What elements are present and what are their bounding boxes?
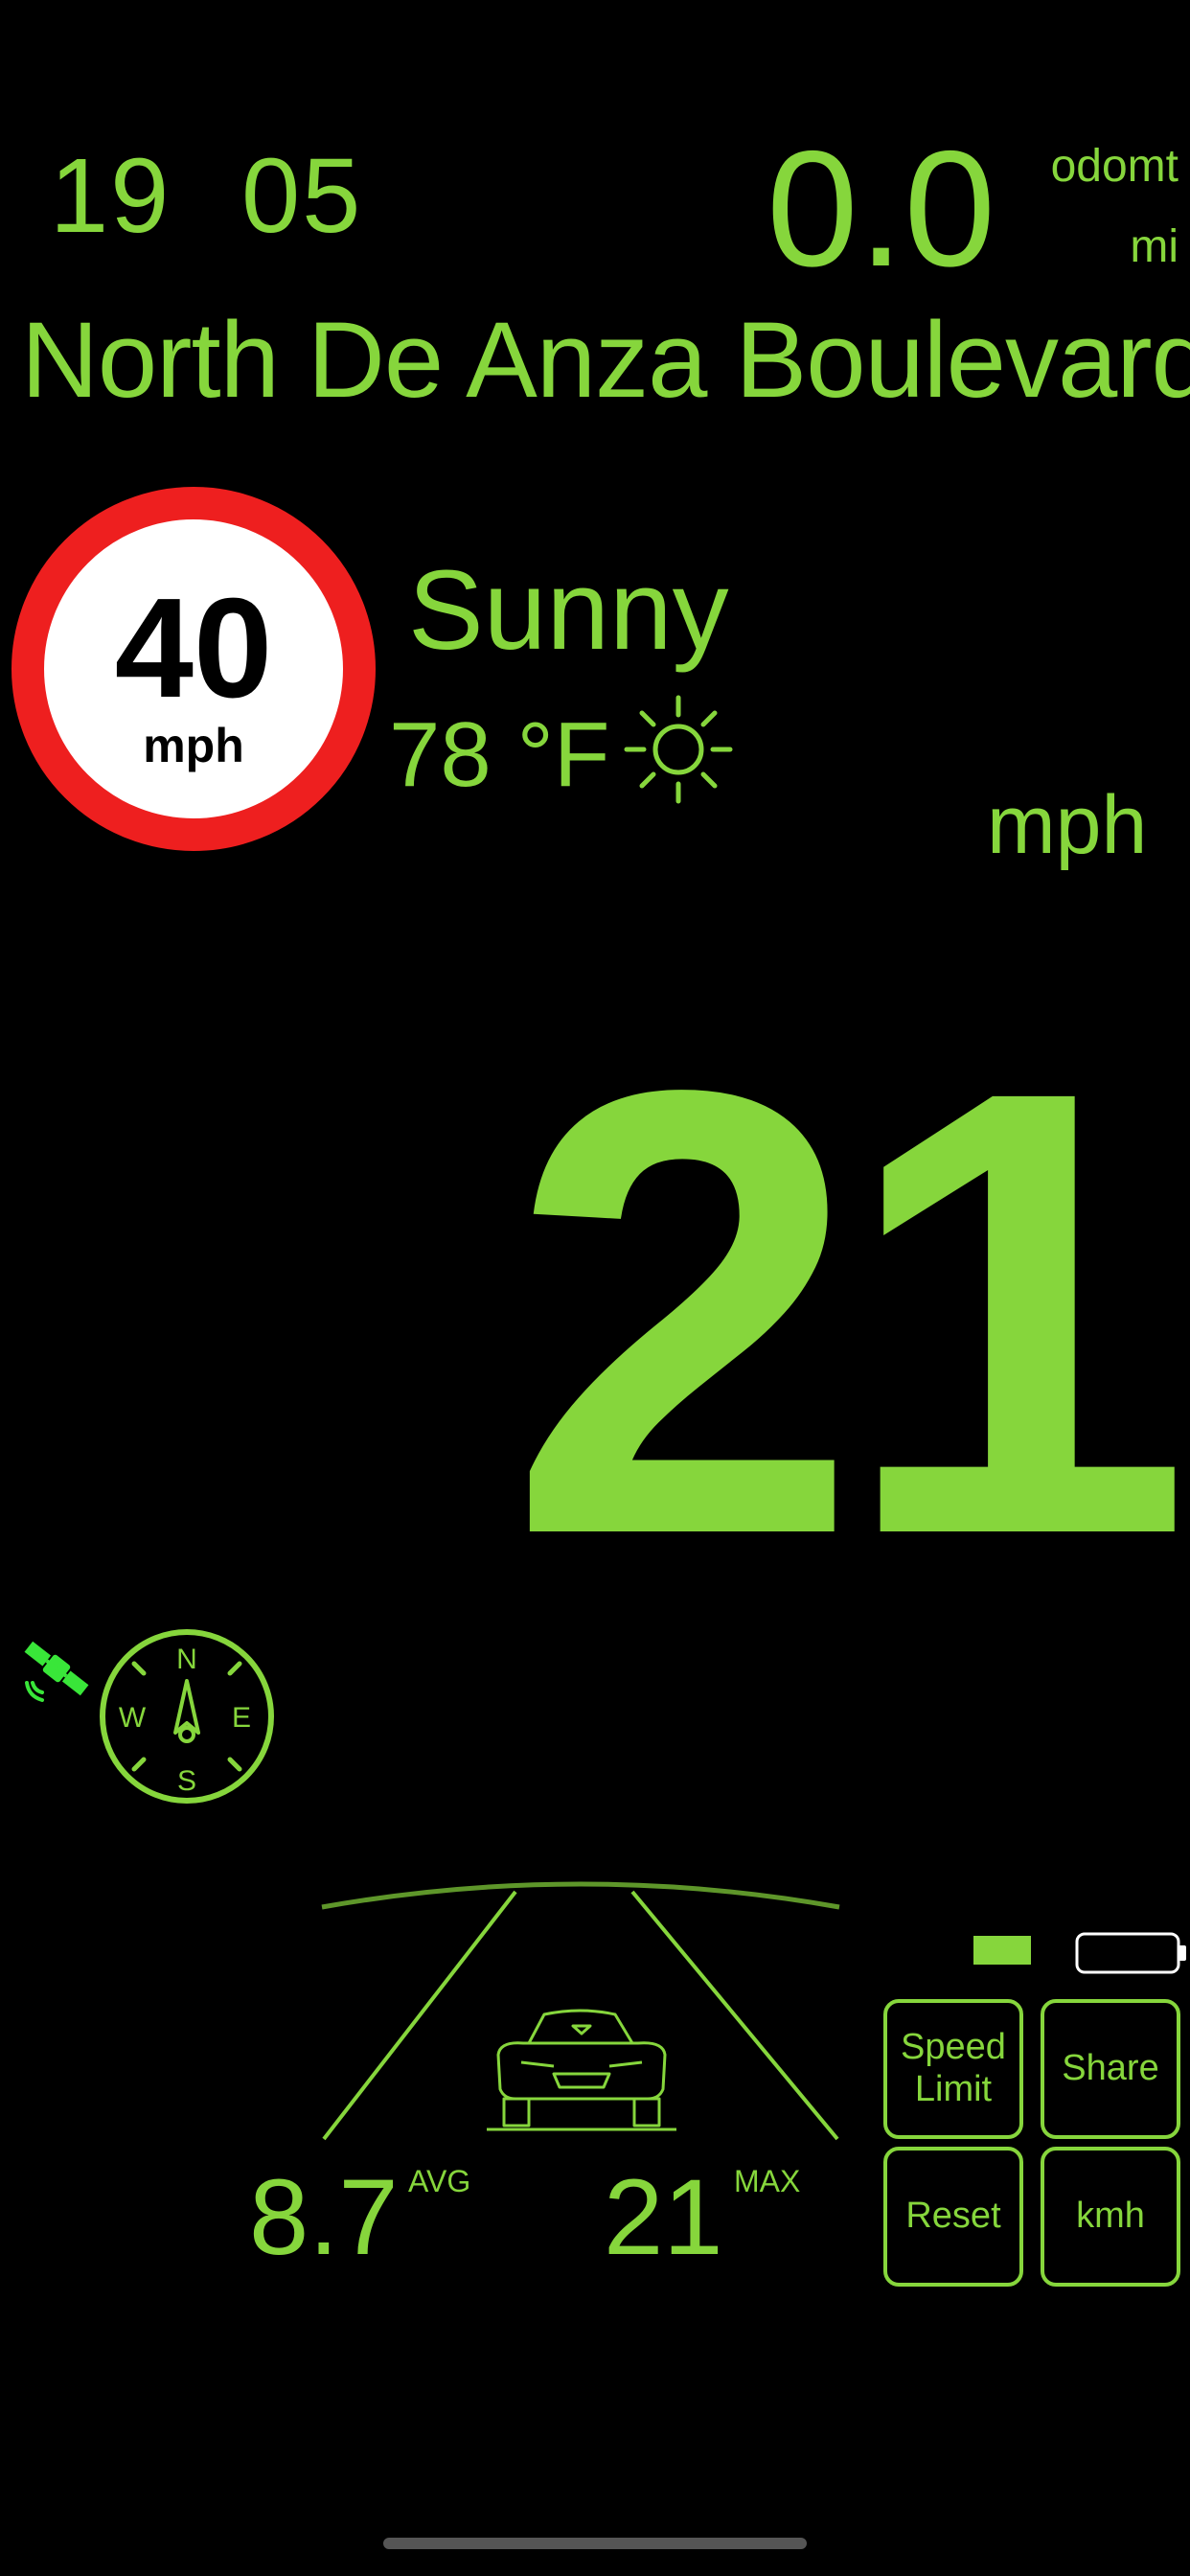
speed-limit-button[interactable]: Speed Limit <box>883 1999 1023 2139</box>
weather-condition: Sunny <box>408 547 729 674</box>
speed-unit: mph <box>987 779 1148 871</box>
compass-icon: N S E W <box>100 1629 274 1804</box>
compass-south: S <box>177 1765 196 1797</box>
speed-limit-button-line1: Speed <box>901 2027 1006 2068</box>
average-speed-value: 8.7 <box>249 2157 399 2277</box>
satellite-icon <box>24 1641 89 1702</box>
odometer-unit: mi <box>1130 221 1179 272</box>
share-button[interactable]: Share <box>1041 1999 1180 2139</box>
odometer-value: 0.0 <box>767 117 996 301</box>
road-visual <box>321 1881 840 2141</box>
sun-icon <box>624 695 733 804</box>
home-indicator[interactable] <box>383 2538 807 2549</box>
reset-button-label: Reset <box>905 2196 1001 2237</box>
battery-icon <box>973 1932 1186 1974</box>
share-button-label: Share <box>1062 2048 1159 2089</box>
max-speed-label: MAX <box>734 2164 801 2198</box>
reset-button[interactable]: Reset <box>883 2147 1023 2287</box>
speed-limit-button-line2: Limit <box>914 2069 993 2109</box>
weather-temperature: 78 °F <box>389 703 610 806</box>
street-name: North De Anza Boulevard <box>21 300 1190 420</box>
average-speed-label: AVG <box>408 2164 471 2198</box>
compass-east: E <box>232 1702 251 1734</box>
car-icon <box>487 2009 676 2131</box>
speed-limit-button-label: Speed Limit <box>901 2027 1006 2110</box>
unit-toggle-button-label: kmh <box>1076 2196 1145 2237</box>
current-speed: 21 <box>508 959 1190 1666</box>
speed-limit-unit: mph <box>143 719 244 772</box>
clock-minute: 05 <box>241 137 363 255</box>
speed-limit-sign: 40 mph <box>11 487 376 851</box>
odometer-label: odomt <box>1050 141 1179 192</box>
compass-west: W <box>119 1702 147 1734</box>
unit-toggle-button[interactable]: kmh <box>1041 2147 1180 2287</box>
clock-hour: 19 <box>50 137 172 255</box>
compass-north: N <box>176 1644 197 1675</box>
speed-limit-value: 40 <box>114 569 273 727</box>
max-speed-value: 21 <box>604 2157 723 2277</box>
